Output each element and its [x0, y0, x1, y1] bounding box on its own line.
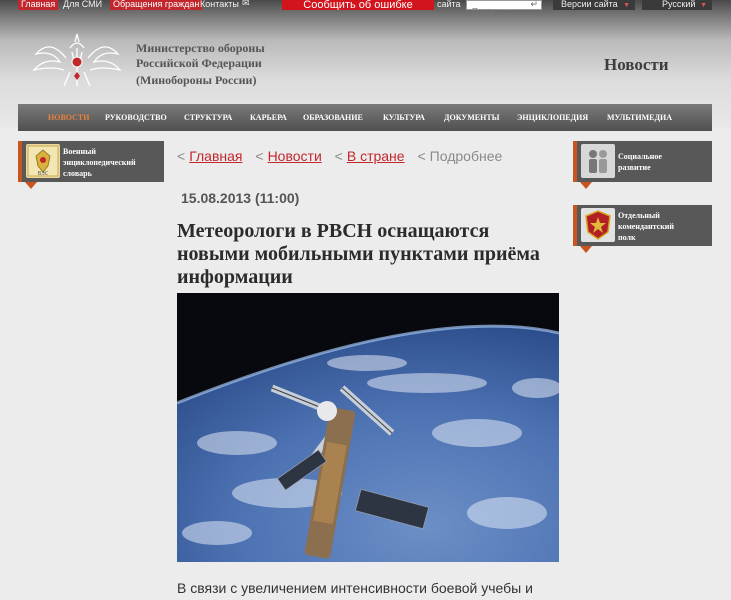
top-link-contacts[interactable]: Контакты — [200, 0, 239, 10]
people-icon — [581, 144, 615, 178]
nav-item-education[interactable]: ОБРАЗОВАНИЕ — [303, 104, 363, 131]
main-nav: НОВОСТИ РУКОВОДСТВО СТРУКТУРА КАРЬЕРА ОБ… — [18, 104, 712, 131]
article-title: Метеорологи в РВСН оснащаются новыми моб… — [177, 220, 540, 288]
enter-arrow-icon[interactable]: ↵ — [530, 0, 538, 10]
widget-label: Военный энциклопедический словарь — [63, 147, 136, 178]
language-select[interactable]: Русский ▼ — [642, 0, 712, 10]
widget-label: Отдельный комендантский полк — [618, 211, 675, 242]
search-box[interactable]: ↵ — [466, 0, 542, 16]
nav-item-leadership[interactable]: РУКОВОДСТВО — [105, 104, 167, 131]
nav-item-structure[interactable]: СТРУКТУРА — [184, 104, 232, 131]
widget-commandant-regiment[interactable]: Отдельный комендантский полк — [573, 205, 712, 253]
widget-pointer — [580, 182, 592, 189]
double-headed-eagle-emblem-icon[interactable] — [30, 28, 125, 94]
breadcrumb-current: Подробнее — [429, 148, 503, 164]
envelope-icon[interactable]: ✉ — [242, 0, 250, 9]
breadcrumb-home[interactable]: Главная — [189, 148, 242, 164]
report-error-suffix: сайта — [437, 0, 461, 9]
breadcrumb-in-country[interactable]: В стране — [347, 148, 405, 164]
nav-item-encyclopedia[interactable]: ЭНЦИКЛОПЕДИЯ — [517, 104, 588, 131]
breadcrumb-news[interactable]: Новости — [268, 148, 322, 164]
widget-social-development[interactable]: Социальное развитие — [573, 141, 712, 189]
search-input[interactable] — [467, 7, 529, 16]
ministry-name-line2: Российской Федерации — [136, 56, 262, 70]
chevron-down-icon: ▼ — [623, 2, 630, 9]
widget-military-encyclopedia[interactable]: ВЭС Военный энциклопедический словарь — [18, 141, 164, 189]
top-link-appeals[interactable]: Обращения граждан — [110, 0, 203, 10]
nav-item-news[interactable]: НОВОСТИ — [48, 104, 89, 131]
site-version-select[interactable]: Версии сайта ▼ — [553, 0, 635, 10]
nav-item-career[interactable]: КАРЬЕРА — [250, 104, 287, 131]
language-label: Русский — [662, 0, 696, 9]
site-version-label: Версии сайта — [561, 0, 618, 9]
article-date: 15.08.2013 (11:00) — [181, 190, 300, 206]
section-title: Новости — [604, 55, 669, 74]
svg-text:ВЭС: ВЭС — [38, 171, 49, 177]
report-error-button[interactable]: Сообщить об ошибке — [282, 0, 434, 10]
top-link-media[interactable]: Для СМИ — [63, 0, 102, 10]
widget-pointer — [25, 182, 37, 189]
article-body: В связи с увеличением интенсивности боев… — [177, 580, 533, 596]
widget-label: Социальное развитие — [618, 152, 662, 172]
nav-item-multimedia[interactable]: МУЛЬТИМЕДИА — [607, 104, 672, 131]
breadcrumb: < Главная < Новости < В стране < Подробнее — [177, 148, 503, 164]
ministry-name-line3: (Минобороны России) — [136, 73, 257, 87]
nav-item-culture[interactable]: КУЛЬТУРА — [383, 104, 425, 131]
space-station-photo — [177, 293, 559, 562]
ministry-name-line1: Министерство обороны — [136, 41, 265, 55]
widget-pointer — [580, 246, 592, 253]
nav-item-documents[interactable]: ДОКУМЕНТЫ — [444, 104, 500, 131]
top-link-home[interactable]: Главная — [18, 0, 59, 10]
encyclopedia-emblem-icon: ВЭС — [26, 144, 60, 178]
chevron-down-icon: ▼ — [700, 2, 707, 9]
regiment-emblem-icon — [581, 208, 615, 242]
